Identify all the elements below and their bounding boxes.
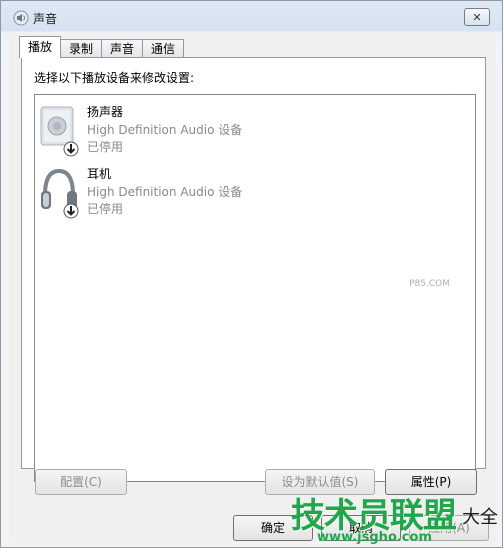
tab-communications[interactable]: 通信: [142, 39, 185, 58]
device-name: 扬声器: [87, 105, 124, 119]
device-status: 已停用: [87, 140, 124, 154]
device-description: High Definition Audio 设备: [87, 123, 243, 137]
tab-strip: 播放 录制 声音 通信: [19, 36, 185, 58]
watermark-small-text: P85.COM: [409, 279, 450, 289]
speaker-icon: [40, 106, 79, 157]
device-status: 已停用: [87, 202, 124, 216]
close-button[interactable]: ✕: [464, 8, 490, 26]
headphones-icon: [41, 168, 79, 219]
playback-panel: 选择以下播放设备来修改设置: 扬声器 High Definition Audio…: [21, 57, 486, 482]
tab-recording[interactable]: 录制: [60, 39, 103, 58]
device-item-speakers[interactable]: 扬声器 High Definition Audio 设备 已停用: [35, 103, 475, 161]
device-description: High Definition Audio 设备: [87, 185, 243, 199]
speaker-title-icon: [13, 10, 29, 26]
title-bar[interactable]: 声音 ✕: [1, 1, 502, 33]
close-icon: ✕: [472, 10, 482, 24]
tab-playback[interactable]: 播放: [19, 36, 62, 58]
window-title: 声音: [33, 12, 58, 26]
watermark-tail-text: 大全: [462, 507, 498, 528]
configure-button[interactable]: 配置(C): [35, 469, 127, 495]
tab-sounds[interactable]: 声音: [101, 39, 144, 58]
device-item-headphones[interactable]: 耳机 High Definition Audio 设备 已停用: [35, 165, 475, 223]
sound-dialog: 声音 ✕ 播放 录制 声音 通信 选择以下播放设备来修改设置: 扬声器 High…: [0, 0, 503, 548]
instruction-text: 选择以下播放设备来修改设置:: [34, 71, 195, 85]
device-name: 耳机: [87, 167, 112, 181]
watermark-url: www.jsgho.com: [317, 530, 432, 545]
